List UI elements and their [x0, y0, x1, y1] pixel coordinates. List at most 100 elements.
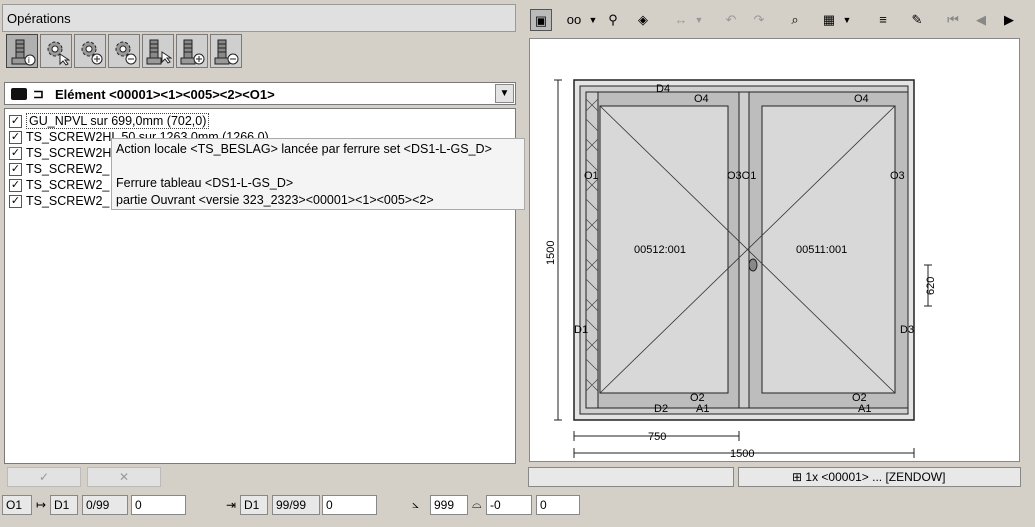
gear-add-button[interactable] — [74, 34, 106, 68]
operations-panel: Opérations i ⊐ Elément <00001><1><005><2… — [0, 0, 521, 492]
list-item-label: TS_SCREW2_ — [26, 162, 110, 176]
drawing-canvas[interactable]: D4 O4 O4 O1 O3 O3O1 D1 D3 00512:001 0051… — [529, 38, 1020, 462]
angle-value[interactable]: 999 — [430, 495, 468, 515]
redo-icon[interactable]: ↷ — [748, 9, 770, 31]
label-sash-right: 00511:001 — [796, 244, 847, 256]
checkbox[interactable]: ✓ — [9, 114, 22, 128]
label-a1-right: A1 — [858, 403, 871, 415]
chevron-down-icon[interactable]: ▼ — [694, 9, 704, 31]
list-item[interactable]: ✓ TS_SCREW2_ — [9, 177, 109, 193]
dim-total-width: 1500 — [730, 448, 754, 460]
dim-height: 1500 — [545, 241, 557, 265]
next-icon[interactable]: ▶ — [998, 9, 1020, 31]
confirm-button[interactable]: ✓ — [7, 467, 81, 487]
checkbox[interactable]: ✓ — [9, 194, 22, 208]
screw-add-icon — [180, 39, 205, 65]
status-value-end[interactable]: 0 — [322, 495, 377, 515]
screw-remove-icon — [214, 39, 239, 65]
label-o4-left: O4 — [694, 93, 709, 105]
status-frac-end: 99/99 — [272, 495, 320, 515]
checkbox[interactable]: ✓ — [9, 178, 22, 192]
chevron-down-icon[interactable]: ▼ — [842, 9, 852, 31]
gear-remove-icon — [115, 41, 137, 65]
screw-info-icon: i — [11, 39, 36, 66]
panel-title: Opérations — [7, 11, 71, 26]
list-item-label: TS_SCREW2_ — [26, 194, 110, 208]
edit-icon[interactable]: ✎ — [906, 9, 928, 31]
zoom-icon[interactable]: ⌕ — [784, 9, 806, 31]
label-sash-left: 00512:001 — [634, 244, 686, 256]
status-text: 1x <00001> ... [ZENDOW] — [805, 470, 946, 484]
list-item-label: GU_NPVL sur 699,0mm (702,0) — [26, 113, 210, 129]
angle-icon: ⦣ — [412, 497, 419, 511]
drawing-toolbar: ▣ oo ▼ ⚲ ◈ ↔ ▼ ↶ ↷ ⌕ ▦ ▼ ≡ ✎ ⏮ ◀ ▶ — [528, 6, 1028, 34]
drawing-status-bar: ⊞ 1x <00001> ... [ZENDOW] — [528, 466, 1021, 488]
cancel-button[interactable]: ✕ — [87, 467, 161, 487]
slope-value[interactable]: -0 — [486, 495, 532, 515]
status-bar: O1 ↦ D1 0/99 0 ⇥ D1 99/99 0 ⦣ 999 ⌓ -0 0 — [0, 495, 1035, 517]
status-text-field: ⊞ 1x <00001> ... [ZENDOW] — [738, 467, 1021, 487]
handle-icon — [748, 258, 758, 272]
status-o1: O1 — [2, 495, 32, 515]
operations-toolbar: i — [6, 34, 242, 70]
list-item-label: TS_SCREW2_ — [26, 178, 110, 192]
chevron-down-icon[interactable]: ▼ — [588, 9, 598, 31]
screw-add-button[interactable] — [176, 34, 208, 68]
label-d1: D1 — [574, 324, 588, 336]
person-icon[interactable]: ⚲ — [602, 9, 624, 31]
list-item[interactable]: ✓ TS_SCREW2_ — [9, 161, 109, 177]
element-color-swatch — [11, 88, 27, 100]
tooltip: Action locale <TS_BESLAG> lancée par fer… — [111, 138, 525, 210]
arrow-end-icon: ⇥ — [226, 498, 237, 512]
gear-add-icon — [81, 41, 103, 65]
undo-icon[interactable]: ↶ — [720, 9, 742, 31]
profile-icon: ⊐ — [33, 86, 44, 101]
label-o4-right: O4 — [854, 93, 869, 105]
label-center: O3O1 — [727, 170, 756, 182]
extra-value[interactable]: 0 — [536, 495, 580, 515]
label-o3: O3 — [890, 170, 905, 182]
dim-half-width-label: 750 — [648, 431, 666, 443]
checkbox[interactable]: ✓ — [9, 162, 22, 176]
tooltip-line: Action locale <TS_BESLAG> lancée par fer… — [116, 142, 492, 156]
slope-icon: ⌓ — [472, 497, 482, 511]
checkbox[interactable]: ✓ — [9, 146, 22, 160]
first-icon[interactable]: ⏮ — [942, 9, 964, 31]
screw-info-button[interactable]: i — [6, 34, 38, 68]
layers-icon[interactable]: ◈ — [632, 9, 654, 31]
align-icon[interactable]: ≡ — [872, 9, 894, 31]
screw-remove-button[interactable] — [210, 34, 242, 68]
dimension-icon[interactable]: ↔ — [670, 9, 692, 31]
chevron-down-icon[interactable]: ▼ — [495, 84, 514, 103]
gear-cursor-icon — [47, 41, 70, 66]
element-label: Elément <00001><1><005><2><O1> — [55, 87, 275, 102]
gear-remove-button[interactable] — [108, 34, 140, 68]
select-icon[interactable]: ▦ — [818, 9, 840, 31]
label-a1-left: A1 — [696, 403, 709, 415]
label-d3: D3 — [900, 324, 914, 336]
tooltip-line: Ferrure tableau <DS1-L-GS_D> — [116, 176, 294, 190]
screw-cursor-button[interactable] — [142, 34, 174, 68]
status-d1-end: D1 — [240, 495, 268, 515]
list-item[interactable]: ✓ TS_SCREW2_ — [9, 193, 109, 209]
list-item-label: TS_SCREW2H — [26, 146, 112, 160]
prev-icon[interactable]: ◀ — [970, 9, 992, 31]
checkbox[interactable]: ✓ — [9, 130, 22, 144]
frame-view-icon[interactable]: ▣ — [530, 9, 552, 31]
panel-title-bar: Opérations — [2, 4, 516, 32]
gear-cursor-button[interactable] — [40, 34, 72, 68]
element-selector[interactable]: ⊐ Elément <00001><1><005><2><O1> ▼ — [4, 82, 516, 105]
dim-handle: 620 — [925, 277, 937, 295]
window-drawing: D4 O4 O4 O1 O3 O3O1 D1 D3 00512:001 0051… — [545, 79, 937, 460]
grid-icon: ⊞ — [792, 470, 803, 484]
status-empty-field — [528, 467, 734, 487]
list-item[interactable]: ✓ GU_NPVL sur 699,0mm (702,0) — [9, 113, 210, 129]
label-d4: D4 — [656, 83, 670, 95]
glasses-icon[interactable]: oo — [560, 9, 588, 31]
list-item[interactable]: ✓ TS_SCREW2H — [9, 145, 111, 161]
status-d1-start: D1 — [50, 495, 78, 515]
screw-cursor-icon — [146, 39, 172, 65]
status-value-start[interactable]: 0 — [131, 495, 186, 515]
arrow-right-icon: ↦ — [36, 498, 47, 512]
svg-text:i: i — [28, 56, 30, 65]
